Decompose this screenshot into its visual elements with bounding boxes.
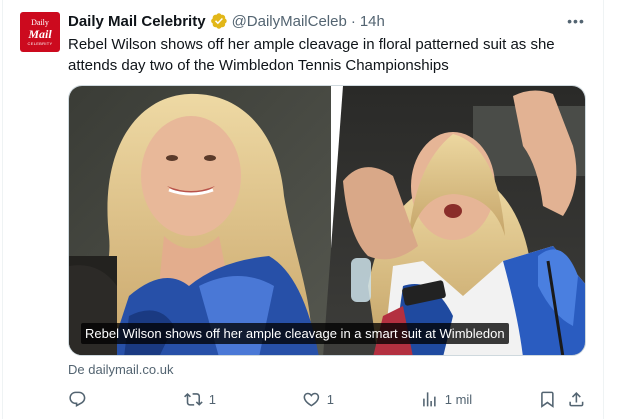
link-source[interactable]: De dailymail.co.uk: [68, 362, 174, 377]
views-chart-icon: [423, 391, 436, 407]
more-icon: •••: [567, 13, 585, 29]
bookmark-icon: [541, 391, 554, 408]
action-bar: 1 1 1 mil: [60, 388, 600, 410]
timeline-border-right: [603, 0, 604, 419]
heart-icon: [303, 392, 320, 407]
retweet-icon: [184, 392, 203, 406]
retweet-count: 1: [208, 391, 216, 407]
views-count: 1 mil: [444, 391, 473, 407]
like-button[interactable]: 1: [302, 388, 334, 410]
reply-icon: [69, 391, 86, 407]
retweet-button[interactable]: 1: [184, 388, 216, 410]
share-button[interactable]: [567, 388, 586, 410]
avatar[interactable]: Daily Mail CELEBRITY: [20, 12, 60, 52]
author-name[interactable]: Daily Mail Celebrity: [68, 13, 206, 30]
separator-dot: ·: [350, 12, 356, 30]
views-button[interactable]: 1 mil: [420, 388, 472, 410]
share-icon: [569, 391, 584, 407]
tweet-timestamp[interactable]: 14h: [360, 13, 385, 30]
more-options-button[interactable]: •••: [567, 12, 585, 30]
bookmark-button[interactable]: [538, 388, 557, 410]
tweet-header: Daily Mail Celebrity @DailyMailCeleb · 1…: [68, 12, 385, 30]
tweet-text: Rebel Wilson shows off her ample cleavag…: [68, 36, 555, 74]
verified-badge-icon: [210, 12, 228, 30]
reply-button[interactable]: [68, 388, 93, 410]
like-count: 1: [326, 391, 334, 407]
timeline-border-left: [2, 0, 3, 419]
author-handle[interactable]: @DailyMailCeleb: [232, 13, 347, 30]
tweet-media-card[interactable]: Rebel Wilson shows off her ample cleavag…: [68, 85, 586, 356]
photo-left[interactable]: [69, 86, 331, 356]
media-caption: Rebel Wilson shows off her ample cleavag…: [81, 323, 509, 344]
photo-right[interactable]: [323, 86, 586, 356]
